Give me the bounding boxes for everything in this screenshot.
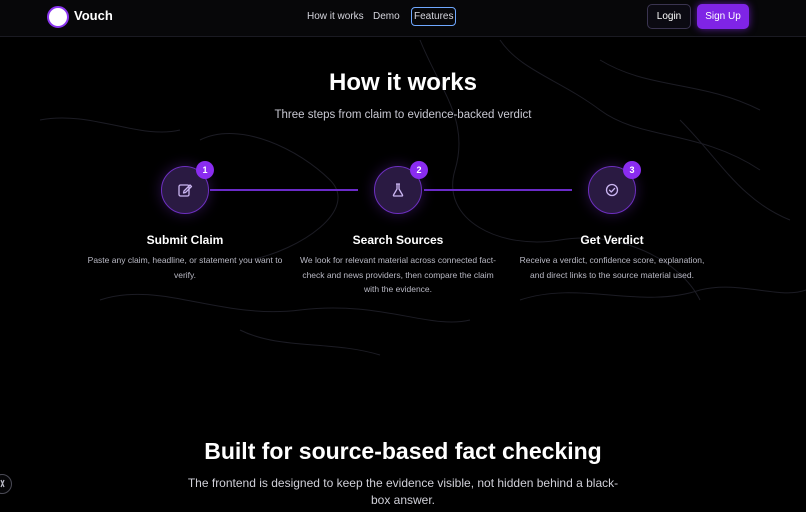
logo-icon[interactable] (47, 6, 69, 28)
how-it-works-subtitle: Three steps from claim to evidence-backe… (274, 109, 532, 121)
step-1-title: Submit Claim (146, 233, 224, 247)
step-connector (424, 189, 572, 191)
side-toggle-button[interactable] (0, 474, 12, 494)
page: Vouch How it works Demo Features Login S… (0, 0, 806, 512)
sparkle-icon (0, 479, 5, 488)
top-nav: Vouch How it works Demo Features Login S… (0, 0, 806, 37)
flask-icon (392, 183, 404, 197)
step-3-badge: 3 (623, 161, 641, 179)
login-button[interactable]: Login (647, 4, 691, 29)
step-2-title: Search Sources (352, 233, 444, 247)
nav-link-how-it-works[interactable]: How it works (307, 10, 364, 23)
features-subtitle: The frontend is designed to keep the evi… (187, 476, 619, 507)
step-1-description: Paste any claim, headline, or statement … (87, 255, 283, 280)
signup-button[interactable]: Sign Up (697, 4, 749, 29)
step-3-description: Receive a verdict, confidence score, exp… (519, 255, 705, 280)
step-3-title: Get Verdict (580, 233, 644, 247)
brand-name[interactable]: Vouch (74, 8, 113, 24)
nav-link-demo[interactable]: Demo (373, 10, 400, 23)
step-1-badge: 1 (196, 161, 214, 179)
features-title: Built for source-based fact checking (204, 438, 602, 464)
nav-link-features[interactable]: Features (410, 7, 457, 26)
step-connector (210, 189, 358, 191)
check-circle-icon (605, 183, 619, 197)
how-it-works-title: How it works (328, 69, 478, 96)
step-2-description: We look for relevant material across con… (300, 255, 496, 294)
step-2-badge: 2 (410, 161, 428, 179)
edit-icon (178, 184, 193, 197)
